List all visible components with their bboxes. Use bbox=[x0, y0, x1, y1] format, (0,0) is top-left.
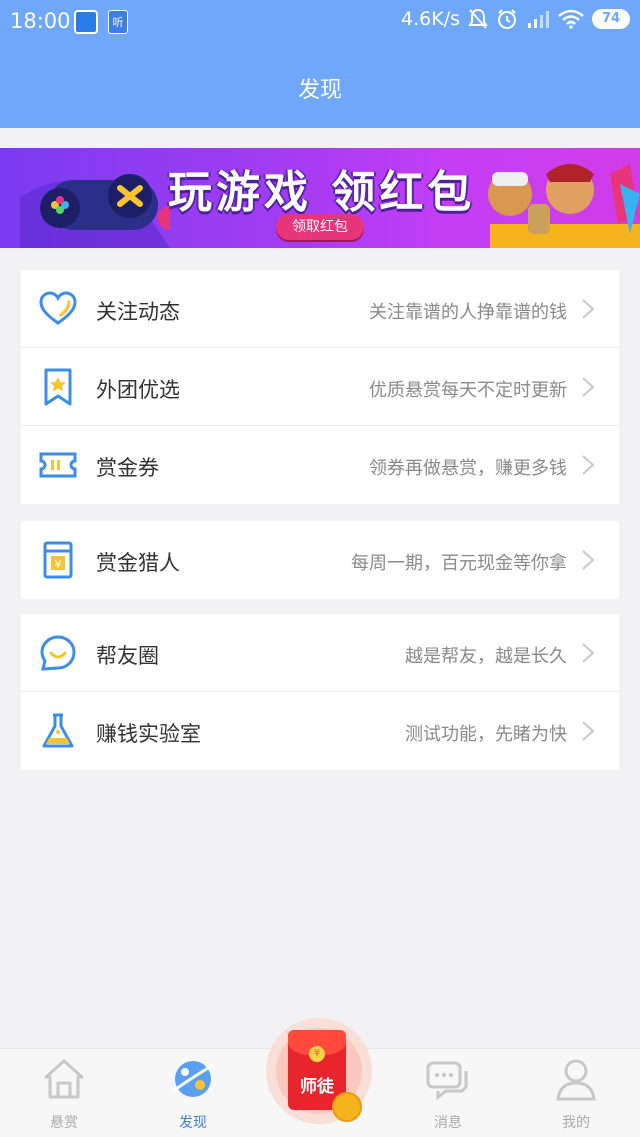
row-description: 测试功能，先睹为快 bbox=[405, 724, 567, 745]
row-label: 关注动态 bbox=[96, 300, 180, 324]
app-notification-icon bbox=[74, 10, 98, 34]
chevron-right-icon bbox=[582, 721, 595, 741]
chevron-right-icon bbox=[582, 643, 595, 663]
ticket-icon bbox=[39, 452, 77, 478]
row-description: 越是帮友，越是长久 bbox=[405, 646, 567, 667]
nav-label: 我的 bbox=[562, 1115, 590, 1131]
row-description: 关注靠谱的人挣靠谱的钱 bbox=[369, 302, 567, 323]
banner-characters-image bbox=[488, 164, 640, 248]
chevron-right-icon bbox=[582, 550, 595, 570]
svg-text:¥: ¥ bbox=[55, 558, 62, 571]
nav-item-bounty[interactable]: 悬赏 bbox=[14, 1049, 114, 1137]
user-icon bbox=[556, 1059, 596, 1101]
nav-label: 悬赏 bbox=[50, 1115, 78, 1131]
row-label: 外团优选 bbox=[96, 378, 180, 402]
row-follow-feed[interactable]: 关注动态 关注靠谱的人挣靠谱的钱 bbox=[21, 270, 619, 348]
top-bar: 18:00 听 4.6K/s 74 发现 bbox=[0, 0, 640, 128]
coin-icon: ¥ bbox=[309, 1046, 325, 1062]
battery-indicator: 74 bbox=[592, 9, 630, 29]
status-bar: 18:00 听 4.6K/s 74 bbox=[0, 0, 640, 44]
listen-app-icon: 听 bbox=[108, 10, 128, 34]
gamepad-icon bbox=[20, 174, 170, 248]
game-banner[interactable]: 玩游戏 领红包 领取红包 bbox=[0, 148, 640, 248]
claim-redpacket-button[interactable]: 领取红包 bbox=[276, 214, 364, 240]
discover-group-1: 关注动态 关注靠谱的人挣靠谱的钱 外团优选 优质悬赏每天不定时更新 赏金券 领券… bbox=[21, 270, 619, 504]
row-description: 优质悬赏每天不定时更新 bbox=[369, 380, 567, 401]
row-bounty-hunter[interactable]: ¥ 赏金猎人 每周一期，百元现金等你拿 bbox=[21, 521, 619, 599]
heart-icon bbox=[39, 291, 77, 325]
discover-group-3: 帮友圈 越是帮友，越是长久 赚钱实验室 测试功能，先睹为快 bbox=[21, 614, 619, 770]
coin-stack-icon bbox=[332, 1092, 362, 1122]
status-time: 18:00 bbox=[10, 9, 71, 33]
chevron-right-icon bbox=[582, 377, 595, 397]
row-friends-circle[interactable]: 帮友圈 越是帮友，越是长久 bbox=[21, 614, 619, 692]
row-outside-picks[interactable]: 外团优选 优质悬赏每天不定时更新 bbox=[21, 348, 619, 426]
chevron-right-icon bbox=[582, 299, 595, 319]
wifi-icon bbox=[558, 9, 584, 29]
alarm-icon bbox=[498, 9, 516, 29]
nav-item-me[interactable]: 我的 bbox=[526, 1049, 626, 1137]
row-coupons[interactable]: 赏金券 领券再做悬赏，赚更多钱 bbox=[21, 426, 619, 504]
money-envelope-icon: ¥ bbox=[43, 541, 73, 579]
home-icon bbox=[44, 1059, 84, 1099]
network-speed: 4.6K/s bbox=[401, 8, 460, 30]
banner-title: 玩游戏 领红包 bbox=[168, 167, 476, 218]
nav-label: 消息 bbox=[434, 1115, 462, 1131]
row-label: 赏金券 bbox=[96, 456, 159, 480]
page-title: 发现 bbox=[297, 78, 342, 103]
chevron-right-icon bbox=[582, 455, 595, 475]
row-description: 领券再做悬赏，赚更多钱 bbox=[369, 458, 567, 479]
row-label: 帮友圈 bbox=[96, 644, 159, 668]
row-description: 每周一期，百元现金等你拿 bbox=[351, 553, 567, 574]
row-label: 赚钱实验室 bbox=[96, 722, 201, 746]
discover-group-2: ¥ 赏金猎人 每周一期，百元现金等你拿 bbox=[21, 521, 619, 599]
nav-item-messages[interactable]: 消息 bbox=[398, 1049, 498, 1137]
row-money-lab[interactable]: 赚钱实验室 测试功能，先睹为快 bbox=[21, 692, 619, 770]
master-apprentice-button[interactable]: ¥ 师徒 bbox=[266, 1018, 372, 1124]
row-label: 赏金猎人 bbox=[96, 551, 180, 575]
signal-icon bbox=[528, 11, 549, 28]
center-button-label: 师徒 bbox=[300, 1077, 334, 1097]
planet-icon bbox=[172, 1061, 214, 1097]
chat-smile-icon bbox=[40, 635, 76, 671]
mute-bell-icon bbox=[468, 8, 488, 29]
bookmark-star-icon bbox=[44, 368, 72, 406]
flask-icon bbox=[42, 713, 74, 748]
chat-icon bbox=[426, 1061, 468, 1100]
nav-item-discover[interactable]: 发现 bbox=[143, 1049, 243, 1137]
nav-label: 发现 bbox=[179, 1115, 207, 1131]
